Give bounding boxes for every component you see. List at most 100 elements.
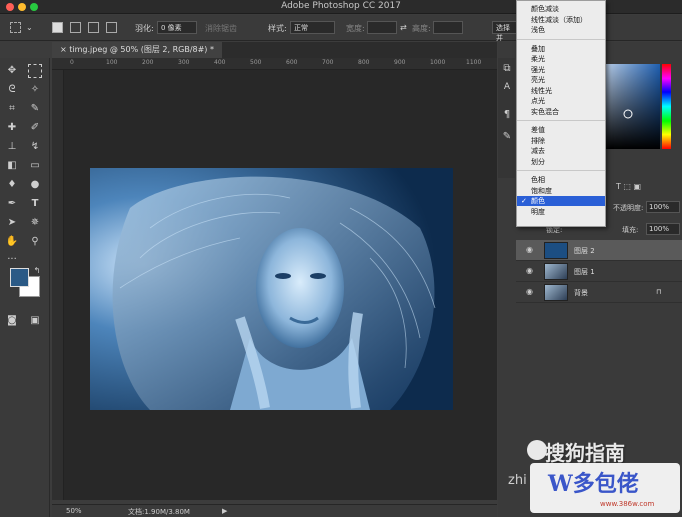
checkmark-icon: ✓	[521, 197, 527, 205]
status-bar: 50% 文档:1.90M/3.80M ▶	[52, 504, 497, 517]
blend-mode-option[interactable]: 颜色 ✓	[517, 196, 605, 206]
opacity-input[interactable]: 100%	[646, 201, 680, 213]
zoom-tool-icon[interactable]: ⚲	[28, 235, 42, 249]
add-selection-icon[interactable]	[70, 22, 81, 33]
document-image[interactable]	[90, 168, 453, 410]
shape-tool-icon[interactable]: ✵	[28, 216, 42, 230]
feather-input[interactable]: 0 像素	[157, 21, 197, 34]
quick-mask-icon[interactable]: ◙	[5, 314, 19, 328]
layer-row[interactable]: ◉ 背景 ⊓	[516, 282, 682, 303]
portrait-image	[90, 168, 453, 410]
style-select[interactable]: 正常	[290, 21, 335, 34]
document-tab[interactable]: × timg.jpeg @ 50% (图层 2, RGB/8#) *	[52, 42, 222, 58]
gradient-tool-icon[interactable]: ▭	[28, 159, 42, 173]
stamp-tool-icon[interactable]: ⊥	[5, 140, 19, 154]
swap-icon[interactable]: ⇄	[400, 23, 407, 32]
blend-mode-option[interactable]: 点光	[517, 96, 605, 106]
watermark-url: www.386w.com	[600, 500, 655, 508]
document-tab-label: timg.jpeg @ 50% (图层 2, RGB/8#) *	[69, 45, 214, 54]
magic-wand-icon[interactable]: ✧	[28, 83, 42, 97]
ruler-tick-label: 900	[394, 59, 406, 66]
layer-thumbnail	[544, 284, 568, 301]
blend-mode-option[interactable]: 排除	[517, 136, 605, 146]
crop-tool-icon[interactable]: ⌗	[5, 102, 19, 116]
chevron-down-icon[interactable]: ⌄	[26, 23, 33, 32]
blend-mode-option[interactable]: 实色混合	[517, 107, 605, 117]
height-input[interactable]	[433, 21, 463, 34]
zoom-level[interactable]: 50%	[66, 507, 82, 515]
layer-thumbnail	[544, 263, 568, 280]
visibility-eye-icon[interactable]: ◉	[526, 245, 533, 254]
lock-icon: ⊓	[656, 288, 662, 296]
ruler-tick-label: 200	[142, 59, 154, 66]
blend-mode-option[interactable]: 减去	[517, 146, 605, 156]
menu-separator	[517, 120, 605, 121]
pen-tool-icon[interactable]: ✒	[5, 197, 19, 211]
ruler-tick-label: 800	[358, 59, 370, 66]
paragraph-panel-icon[interactable]: ¶	[500, 108, 514, 122]
visibility-eye-icon[interactable]: ◉	[526, 287, 533, 296]
ruler-tick-label: 100	[106, 59, 118, 66]
brush-panel-icon[interactable]: ✎	[500, 130, 514, 144]
blend-mode-option[interactable]: 线性光	[517, 86, 605, 96]
brush-tool-icon[interactable]: ✐	[28, 121, 42, 135]
watermark-site: W多包佬	[548, 471, 639, 497]
history-panel-icon[interactable]: ⧉	[500, 62, 514, 76]
healing-brush-icon[interactable]: ✚	[5, 121, 19, 135]
vertical-ruler	[52, 70, 64, 500]
layer-name: 图层 2	[574, 247, 595, 255]
subtract-selection-icon[interactable]	[88, 22, 99, 33]
blur-tool-icon[interactable]: ♦	[5, 178, 19, 192]
info-panel-icon[interactable]: A	[500, 80, 514, 94]
ruler-tick-label: 400	[214, 59, 226, 66]
lasso-tool-icon[interactable]: ᘓ	[5, 83, 19, 97]
type-tool-icon[interactable]: T	[28, 197, 42, 211]
antialias-checkbox[interactable]: 消除锯齿	[205, 23, 237, 34]
watermark-sogou: 搜狗指南	[545, 441, 625, 465]
hand-tool-icon[interactable]: ✋	[5, 235, 19, 249]
screen-mode-icon[interactable]: ▣	[28, 314, 42, 328]
width-input[interactable]	[367, 21, 397, 34]
intersect-selection-icon[interactable]	[106, 22, 117, 33]
marquee-tool-icon[interactable]	[28, 64, 42, 78]
document-tab-bar: × timg.jpeg @ 50% (图层 2, RGB/8#) *	[52, 42, 497, 58]
blend-mode-dropdown[interactable]: 颜色减淡 线性减淡（添加） 浅色叠加 柔光 强光 亮光 线性光 点光 实色混合差值 排除 减去 划分色…	[516, 0, 606, 227]
height-label: 高度:	[412, 24, 431, 33]
layer-row[interactable]: ◉ 图层 2	[516, 240, 682, 261]
eyedropper-icon[interactable]: ✎	[28, 102, 42, 116]
layer-kind-filters[interactable]: T ⬚ ▣	[616, 182, 641, 191]
new-selection-icon[interactable]	[52, 22, 63, 33]
ruler-tick-label: 300	[178, 59, 190, 66]
blend-mode-option[interactable]: 饱和度	[517, 186, 605, 196]
ruler-tick-label: 600	[286, 59, 298, 66]
layer-name: 图层 1	[574, 268, 595, 276]
swap-colors-icon[interactable]: ↰	[30, 264, 44, 278]
blend-mode-option[interactable]: 差值	[517, 125, 605, 135]
move-tool-icon[interactable]: ✥	[5, 64, 19, 78]
watermark-zhi: zhi	[508, 473, 527, 488]
blend-mode-option[interactable]: 色相	[517, 175, 605, 185]
fill-input[interactable]: 100%	[646, 223, 680, 235]
blend-mode-option[interactable]: 柔光	[517, 54, 605, 64]
blend-mode-option[interactable]: 明度	[517, 207, 605, 217]
hue-slider[interactable]	[662, 64, 671, 149]
blend-mode-option[interactable]: 亮光	[517, 75, 605, 85]
foreground-color-swatch[interactable]	[10, 268, 29, 287]
blend-mode-option[interactable]: 颜色减淡	[517, 4, 605, 14]
more-tools-icon[interactable]: ···	[5, 253, 19, 267]
path-selection-icon[interactable]: ➤	[5, 216, 19, 230]
blend-mode-option[interactable]: 线性减淡（添加）	[517, 15, 605, 25]
eraser-tool-icon[interactable]: ◧	[5, 159, 19, 173]
blend-mode-option[interactable]: 浅色	[517, 25, 605, 35]
layer-thumbnail	[544, 242, 568, 259]
history-brush-icon[interactable]: ↯	[28, 140, 42, 154]
tab-close-icon[interactable]: ×	[60, 45, 67, 54]
blend-mode-option[interactable]: 叠加	[517, 44, 605, 54]
dodge-tool-icon[interactable]: ●	[28, 178, 42, 192]
visibility-eye-icon[interactable]: ◉	[526, 266, 533, 275]
blend-mode-option[interactable]: 强光	[517, 65, 605, 75]
layer-row[interactable]: ◉ 图层 1	[516, 261, 682, 282]
marquee-preset-icon[interactable]	[10, 22, 21, 33]
status-menu-arrow-icon[interactable]: ▶	[222, 507, 227, 515]
blend-mode-option[interactable]: 划分	[517, 157, 605, 167]
